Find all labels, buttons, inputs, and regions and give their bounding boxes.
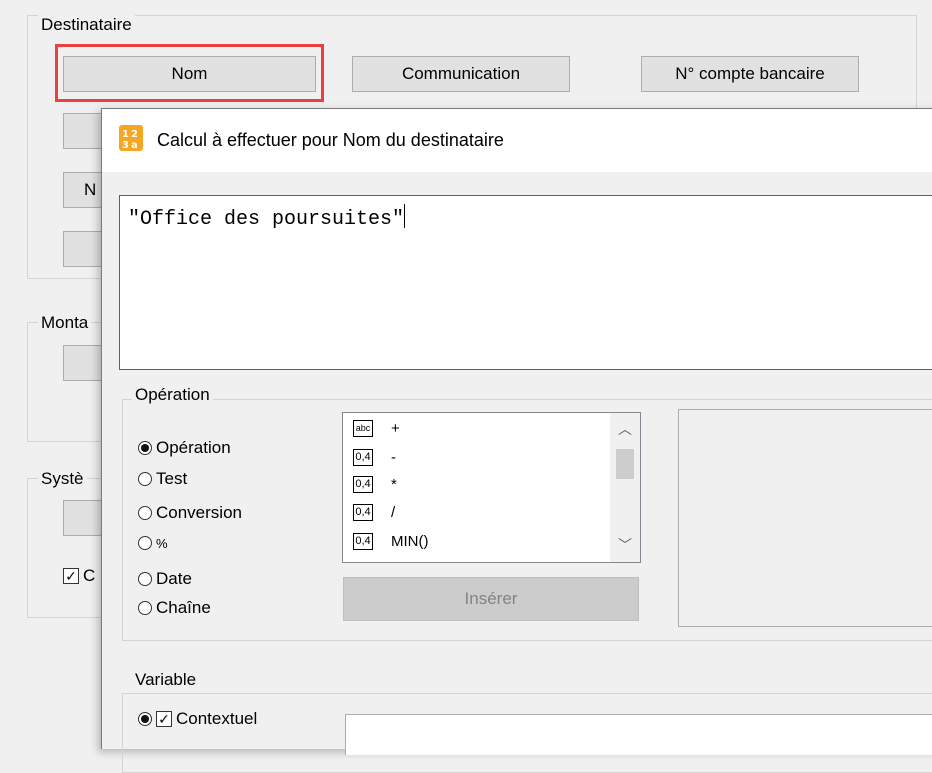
operation-group-label: Opération xyxy=(132,384,213,406)
list-item[interactable]: 0,4- xyxy=(353,446,396,468)
radio-label: Chaîne xyxy=(156,598,211,617)
app-icon: 1 2 3 a xyxy=(119,125,143,151)
number-format-icon: 0,4 xyxy=(353,475,373,493)
radio-icon[interactable] xyxy=(138,472,152,486)
radio-date[interactable]: Date xyxy=(138,568,192,590)
list-item-label: / xyxy=(391,503,396,521)
radio-test[interactable]: Test xyxy=(138,468,187,490)
inserer-button[interactable]: Insérer xyxy=(343,577,639,621)
list-item-label: - xyxy=(391,448,396,466)
montant-group-label: Monta xyxy=(38,312,92,334)
svg-text:3: 3 xyxy=(122,140,129,151)
chevron-up-icon[interactable]: ︿ xyxy=(610,419,640,439)
compte-bancaire-button[interactable]: N° compte bancaire xyxy=(641,56,859,92)
radio-label: Date xyxy=(156,569,192,588)
calcul-dialog: 1 2 3 a Calcul à effectuer pour Nom du d… xyxy=(101,108,932,773)
bg-checkbox-row[interactable]: ✓ C xyxy=(63,566,95,586)
radio-icon[interactable] xyxy=(138,601,152,615)
expression-editor[interactable]: "Office des poursuites" xyxy=(119,195,932,370)
operation-help-panel xyxy=(678,409,932,627)
bg-checkbox-label: C xyxy=(83,566,96,585)
variable-table[interactable] xyxy=(345,714,932,755)
svg-text:1: 1 xyxy=(122,129,129,140)
radio-percent[interactable]: % xyxy=(138,532,168,554)
nom-button-highlight xyxy=(55,44,324,102)
radio-chaine[interactable]: Chaîne xyxy=(138,597,211,619)
text-format-icon: abc xyxy=(353,419,373,437)
scrollbar-thumb[interactable] xyxy=(616,449,634,479)
radio-label: Opération xyxy=(156,438,231,457)
radio-label: % xyxy=(156,535,168,551)
list-item[interactable]: 0,4 / xyxy=(353,501,395,523)
list-item-label: * xyxy=(391,475,397,493)
operation-listbox[interactable]: abc + 0,4- 0,4 * 0,4/ 0,4 MIN() ︿ ﹀ xyxy=(342,412,641,563)
radio-conversion[interactable]: Conversion xyxy=(138,502,242,524)
list-item[interactable]: 0,4 * xyxy=(353,473,397,495)
radio-selected-icon[interactable] xyxy=(138,712,152,726)
radio-icon[interactable] xyxy=(138,536,152,550)
expression-text: "Office des poursuites" xyxy=(128,208,405,231)
list-item-label: MIN() xyxy=(391,532,429,550)
checkbox-checked-icon[interactable]: ✓ xyxy=(63,568,79,584)
svg-text:2: 2 xyxy=(131,129,138,140)
dialog-title: Calcul à effectuer pour Nom du destinata… xyxy=(157,130,504,150)
destinataire-group-label: Destinataire xyxy=(38,14,135,36)
list-item-label: + xyxy=(391,419,400,437)
dialog-titlebar[interactable]: 1 2 3 a Calcul à effectuer pour Nom du d… xyxy=(102,109,932,172)
list-item[interactable]: 0,4 MIN() xyxy=(353,530,429,552)
svg-text:a: a xyxy=(131,140,138,151)
systeme-group-label: Systè xyxy=(38,468,87,490)
contextuel-row[interactable]: ✓ Contextuel xyxy=(138,709,257,729)
radio-label: Conversion xyxy=(156,503,242,522)
number-format-icon: 0,4 xyxy=(353,448,373,466)
radio-operation[interactable]: Opération xyxy=(138,437,231,459)
number-format-icon: 0,4 xyxy=(353,503,373,521)
listbox-scrollbar[interactable]: ︿ ﹀ xyxy=(610,413,640,562)
radio-label: Test xyxy=(156,469,188,488)
communication-button[interactable]: Communication xyxy=(352,56,570,92)
text-caret xyxy=(404,204,406,228)
number-format-icon: 0,4 xyxy=(353,532,373,550)
chevron-down-icon[interactable]: ﹀ xyxy=(610,535,640,555)
radio-icon[interactable] xyxy=(138,572,152,586)
contextuel-label: Contextuel xyxy=(176,709,258,728)
variable-group-label: Variable xyxy=(132,669,200,691)
radio-selected-icon[interactable] xyxy=(138,441,152,455)
list-item[interactable]: abc + xyxy=(353,417,400,439)
radio-icon[interactable] xyxy=(138,506,152,520)
